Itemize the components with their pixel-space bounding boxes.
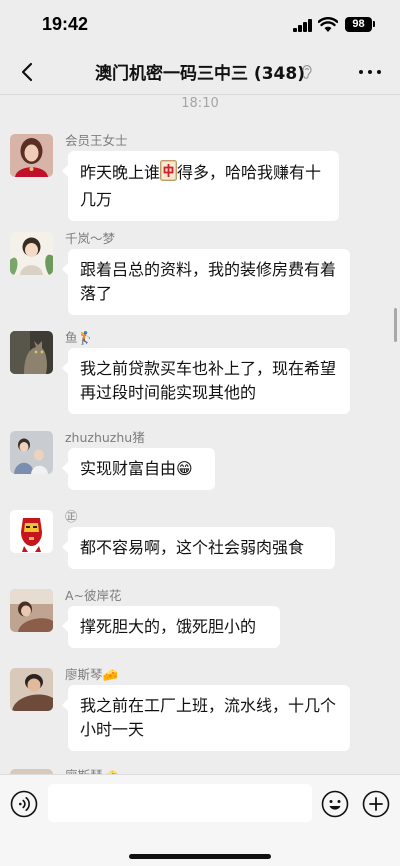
chat-screen: 19:42 98 澳门机密一码三中三 (348) 18:10 会员王女士 昨天晚… (0, 0, 400, 866)
battery-indicator: 98 (345, 17, 372, 32)
message-bubble[interactable]: 跟着吕总的资料，我的装修房费有着落了 (62, 249, 350, 315)
emoji-icon[interactable] (321, 790, 349, 818)
mahjong-icon (160, 160, 178, 188)
message-text: 我之前贷款买车也补上了，现在希望再过段时间能实现其他的 (80, 359, 337, 402)
message-text: 都不容易啊，这个社会弱肉强食 (80, 538, 305, 557)
scroll-indicator[interactable] (394, 308, 397, 342)
message-bubble[interactable]: 都不容易啊，这个社会弱肉强食 (62, 527, 335, 569)
avatar[interactable] (10, 668, 53, 711)
avatar[interactable] (10, 331, 53, 374)
sender-name: A~彼岸花 (65, 588, 122, 603)
more-button[interactable] (356, 60, 384, 84)
message-bubble[interactable]: 实现财富自由😁 (62, 448, 215, 490)
avatar[interactable] (10, 134, 53, 177)
message-bubble[interactable]: 我之前在工厂上班，流水线，十几个小时一天 (62, 685, 350, 751)
message-bubble[interactable]: 我之前贷款买车也补上了，现在希望再过段时间能实现其他的 (62, 348, 350, 414)
add-icon[interactable] (362, 790, 390, 818)
avatar[interactable] (10, 510, 53, 553)
message-text: 跟着吕总的资料，我的装修房费有着落了 (80, 260, 337, 303)
input-bar (0, 774, 400, 866)
sender-name: ㊣ (65, 509, 78, 524)
sender-name: 鱼🏌 (65, 330, 94, 345)
message-input[interactable] (48, 784, 312, 822)
message-bubble[interactable]: 撑死胆大的，饿死胆小的 (62, 606, 280, 648)
message-timestamp: 18:10 (181, 96, 219, 111)
battery-tip (373, 21, 375, 27)
message-text: 昨天晚上谁 (80, 163, 161, 182)
chat-title[interactable]: 澳门机密一码三中三 (348) (70, 59, 330, 84)
avatar[interactable] (10, 431, 53, 474)
ear-icon (302, 64, 312, 79)
avatar[interactable] (10, 589, 53, 632)
signal-icon (293, 19, 313, 32)
header-divider (0, 94, 400, 95)
sender-name: zhuzhuzhu猪 (65, 430, 145, 445)
nav-bar: 澳门机密一码三中三 (348) (0, 50, 400, 94)
sender-name: 廖斯琴🧀 (65, 667, 119, 682)
message-text: 撑死胆大的，饿死胆小的 (80, 617, 257, 636)
message-text: 我之前在工厂上班，流水线，十几个小时一天 (80, 696, 337, 739)
avatar[interactable] (10, 232, 53, 275)
sender-name: 千岚～梦 (65, 231, 116, 246)
wifi-icon (318, 17, 338, 32)
voice-icon[interactable] (10, 790, 38, 818)
back-icon[interactable] (14, 58, 42, 86)
status-time: 19:42 (42, 14, 89, 34)
sender-name: 会员王女士 (65, 133, 128, 148)
message-bubble[interactable]: 昨天晚上谁 得多，哈哈我赚有十几万 (62, 151, 339, 221)
status-bar: 19:42 98 (0, 0, 400, 50)
message-text: 实现财富自由😁 (80, 459, 193, 478)
home-indicator (129, 854, 271, 859)
